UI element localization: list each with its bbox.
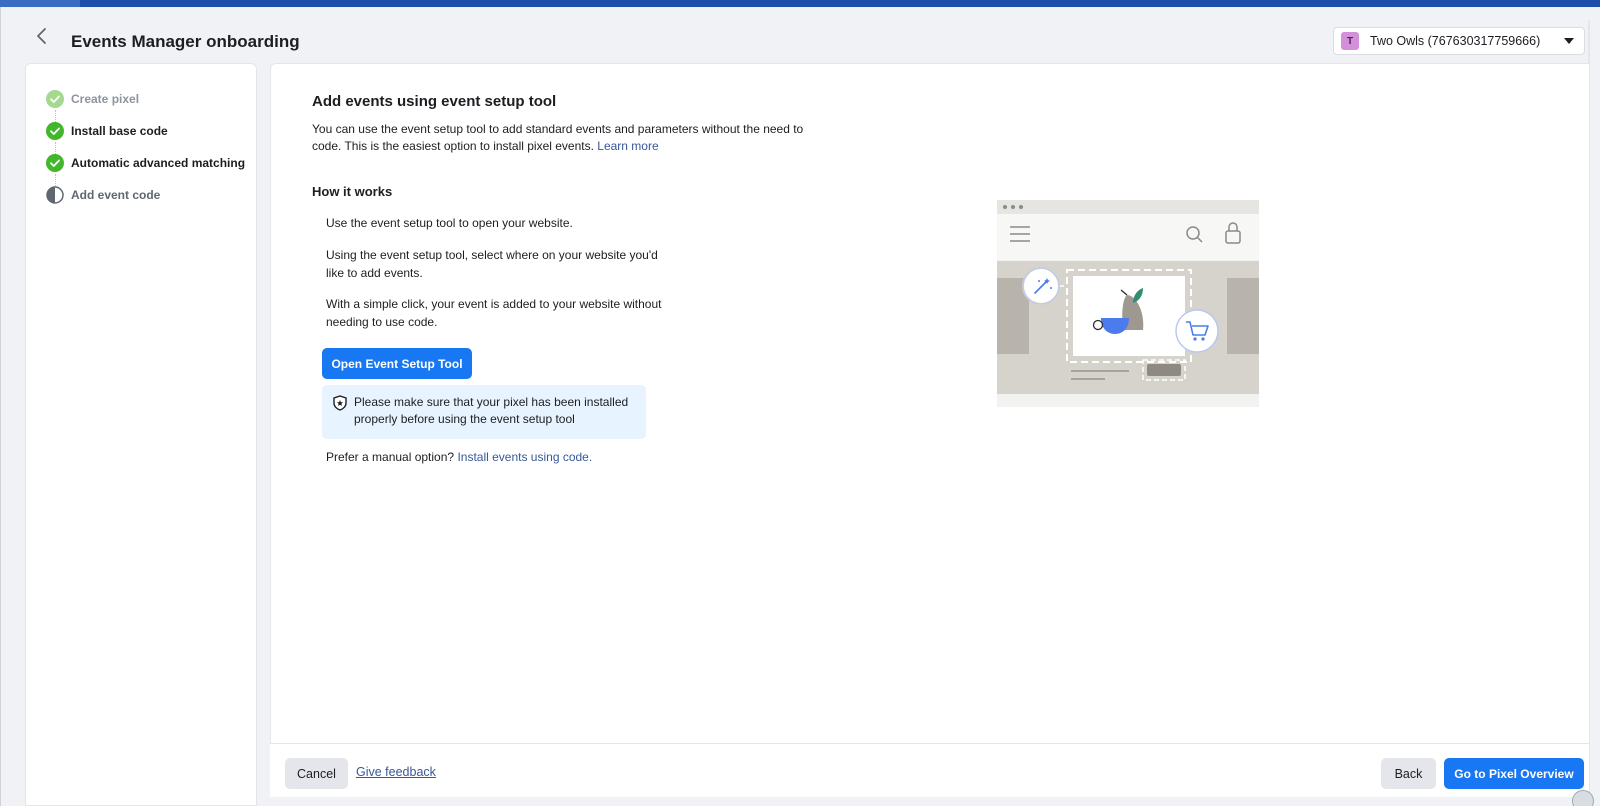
top-accent-highlight (0, 0, 80, 7)
help-icon[interactable] (1572, 790, 1594, 806)
learn-more-link[interactable]: Learn more (597, 139, 658, 153)
install-events-using-code-link[interactable]: Install events using code. (457, 450, 592, 464)
top-accent-bar (0, 0, 1600, 7)
footer-bar: Cancel Give feedback Back Go to Pixel Ov… (270, 743, 1589, 797)
check-circle-icon (46, 154, 64, 172)
manual-option: Prefer a manual option? Install events u… (326, 450, 592, 464)
steps-sidebar: Create pixel Install base code Automatic… (25, 63, 257, 806)
main-panel: Add events using event setup tool You ca… (270, 63, 1589, 743)
step-label: Automatic advanced matching (71, 156, 246, 170)
check-circle-icon (46, 122, 64, 140)
step-create-pixel[interactable]: Create pixel (46, 90, 139, 108)
how-item: With a simple click, your event is added… (326, 297, 662, 329)
page-title: Events Manager onboarding (71, 32, 300, 51)
how-it-works-heading: How it works (312, 184, 393, 199)
section-heading: Add events using event setup tool (312, 93, 557, 110)
open-event-setup-tool-button[interactable]: Open Event Setup Tool (322, 348, 472, 379)
pixel-notice: Please make sure that your pixel has bee… (322, 385, 646, 439)
shield-star-icon (333, 395, 347, 411)
intro-body: You can use the event setup tool to add … (312, 122, 804, 153)
back-button[interactable]: Back (1381, 758, 1436, 789)
back-chevron-icon[interactable] (32, 26, 52, 46)
step-install-base-code[interactable]: Install base code (46, 122, 168, 140)
cancel-button[interactable]: Cancel (285, 758, 348, 789)
notice-text: Please make sure that your pixel has bee… (354, 395, 629, 426)
step-label: Install base code (71, 124, 168, 138)
half-circle-icon (46, 186, 64, 204)
step-label: Create pixel (71, 92, 140, 106)
go-to-pixel-overview-button[interactable]: Go to Pixel Overview (1444, 758, 1584, 789)
caret-down-icon (1564, 38, 1574, 44)
check-circle-icon (46, 90, 64, 108)
manual-prefix: Prefer a manual option? (326, 450, 455, 464)
event-setup-illustration (997, 200, 1259, 407)
account-name: Two Owls (767630317759666) (1370, 34, 1541, 48)
account-selector[interactable]: T Two Owls (767630317759666) (1333, 27, 1585, 55)
give-feedback-link[interactable]: Give feedback (356, 765, 436, 779)
step-automatic-advanced-matching[interactable]: Automatic advanced matching (46, 154, 245, 172)
account-avatar: T (1341, 32, 1359, 50)
how-item: Using the event setup tool, select where… (326, 248, 658, 280)
step-add-event-code[interactable]: Add event code (46, 186, 160, 204)
page-header: Events Manager onboarding T Two Owls (76… (0, 7, 1600, 61)
step-label: Add event code (71, 188, 161, 202)
intro-text: You can use the event setup tool to add … (312, 121, 812, 155)
how-item: Use the event setup tool to open your we… (326, 216, 573, 230)
